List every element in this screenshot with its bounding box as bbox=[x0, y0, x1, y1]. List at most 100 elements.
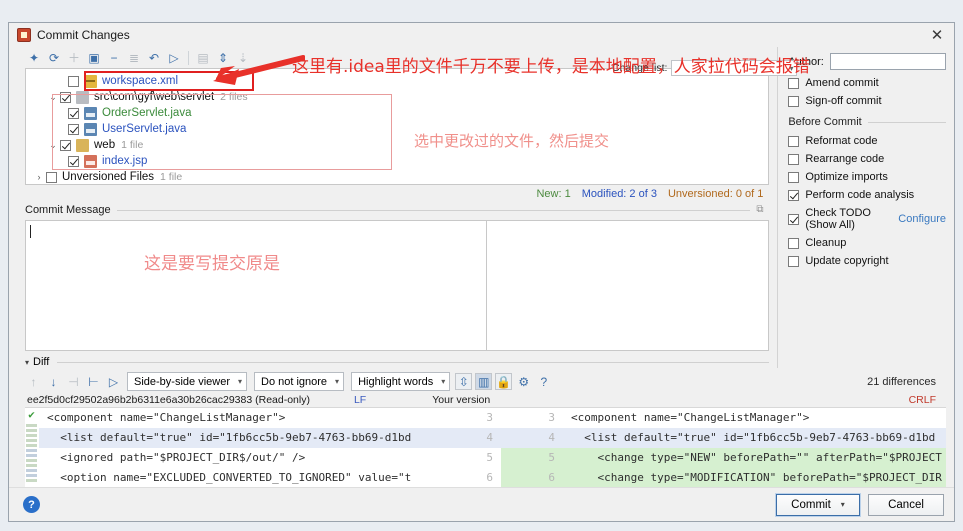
option-label: Reformat code bbox=[805, 135, 878, 147]
author-input[interactable] bbox=[829, 53, 946, 70]
option-label: Cleanup bbox=[805, 237, 847, 249]
tree-item-label: OrderServlet.java bbox=[102, 107, 192, 120]
checkbox-box[interactable] bbox=[788, 135, 800, 147]
tree-checkbox[interactable] bbox=[68, 75, 79, 87]
commit-message-header: Commit Message ⧉ bbox=[25, 204, 769, 217]
checkbox-box[interactable] bbox=[788, 171, 800, 183]
changelist-select[interactable]: ▾ bbox=[671, 60, 798, 76]
tree-row-web[interactable]: ⌄ web 1 file bbox=[26, 137, 768, 153]
diff-viewer[interactable]: ✔ <component name="ChangeListManager"> <… bbox=[25, 407, 946, 487]
option-perform-code-analysis[interactable]: Perform code analysis bbox=[788, 189, 946, 201]
previous-difference-icon[interactable]: ↑ bbox=[25, 373, 42, 390]
checkbox-box[interactable] bbox=[788, 95, 800, 107]
diff-left-pane[interactable]: <component name="ChangeListManager"> <li… bbox=[39, 408, 439, 487]
ignore-mode-value: Do not ignore bbox=[261, 375, 328, 388]
chevron-down-icon: ▾ bbox=[840, 500, 845, 509]
gear-icon[interactable]: ⚙ bbox=[515, 373, 532, 390]
tree-row-userservlet[interactable]: UserServlet.java bbox=[26, 121, 768, 137]
tree-row-index-jsp[interactable]: index.jsp bbox=[26, 153, 768, 169]
apply-change-icon[interactable]: ▷ bbox=[105, 373, 122, 390]
option-reformat-code[interactable]: Reformat code bbox=[788, 135, 946, 147]
help-icon[interactable]: ? bbox=[535, 373, 552, 390]
chevron-down-icon[interactable]: ⌄ bbox=[46, 140, 60, 151]
option-optimize-imports[interactable]: Optimize imports bbox=[788, 171, 946, 183]
checkbox-box[interactable] bbox=[788, 213, 800, 225]
tree-row-orderservlet[interactable]: OrderServlet.java bbox=[26, 105, 768, 121]
configure-link[interactable]: Configure bbox=[898, 213, 946, 225]
magic-wand-icon[interactable]: ✦ bbox=[25, 49, 43, 67]
tree-row-src-servlet[interactable]: ⌄ src\com\gyf\web\servlet 2 files bbox=[26, 89, 768, 105]
line-number: 3 bbox=[486, 411, 493, 424]
copy-icon[interactable]: ⧉ bbox=[756, 204, 769, 217]
diff-right-pane[interactable]: <component name="ChangeListManager"> <li… bbox=[563, 408, 946, 487]
tree-checkbox[interactable] bbox=[68, 107, 79, 119]
ignore-mode-select[interactable]: Do not ignore ▾ bbox=[254, 372, 345, 391]
tree-checkbox[interactable] bbox=[46, 171, 57, 183]
tree-checkbox[interactable] bbox=[68, 123, 79, 135]
preview-icon[interactable]: ▤ bbox=[194, 49, 212, 67]
commit-button[interactable]: Commit ▾ bbox=[775, 492, 861, 517]
revert-icon[interactable]: ↶ bbox=[145, 49, 163, 67]
accept-left-icon[interactable]: ⊣ bbox=[65, 373, 82, 390]
highlight-mode-select[interactable]: Highlight words ▾ bbox=[351, 372, 451, 391]
chevron-down-icon[interactable]: ⌄ bbox=[46, 92, 60, 103]
folder-yellow-icon bbox=[76, 138, 89, 152]
tree-checkbox[interactable] bbox=[60, 139, 71, 151]
accept-right-icon[interactable]: ⊢ bbox=[85, 373, 102, 390]
before-commit-label: Before Commit bbox=[788, 116, 862, 128]
checkbox-box[interactable] bbox=[788, 153, 800, 165]
tree-item-label: workspace.xml bbox=[102, 75, 179, 88]
commit-message-box[interactable]: 这是要写提交原是 bbox=[25, 219, 770, 352]
diff-section-header[interactable]: ▾ Diff bbox=[25, 356, 770, 368]
close-icon[interactable]: ✕ bbox=[926, 25, 948, 45]
chevron-down-icon: ▾ bbox=[441, 377, 446, 386]
author-row: Author: bbox=[788, 53, 946, 70]
changelist-row[interactable]: Change list: ▾ bbox=[612, 60, 798, 76]
signoff-commit-checkbox[interactable]: Sign-off commit bbox=[788, 95, 946, 107]
minus-icon[interactable]: − bbox=[105, 49, 123, 67]
refresh-icon[interactable]: ⟳ bbox=[45, 49, 63, 67]
new-changelist-icon[interactable]: ▣ bbox=[85, 49, 103, 67]
option-check-todo[interactable]: Check TODO (Show All) Configure bbox=[788, 207, 946, 231]
option-rearrange-code[interactable]: Rearrange code bbox=[788, 153, 946, 165]
show-diff-icon[interactable]: ▷ bbox=[165, 49, 183, 67]
option-cleanup[interactable]: Cleanup bbox=[788, 237, 946, 249]
collapse-all-icon[interactable]: ⇣ bbox=[234, 49, 252, 67]
checkbox-box[interactable] bbox=[788, 189, 800, 201]
chevron-right-icon[interactable]: › bbox=[32, 172, 46, 182]
line-number: 3 bbox=[548, 411, 555, 424]
plus-icon[interactable]: ＋ bbox=[65, 49, 83, 67]
dialog-title: Commit Changes bbox=[37, 28, 130, 42]
lock-icon[interactable]: 🔒 bbox=[495, 373, 513, 390]
toggle-panes-icon[interactable]: ▥ bbox=[475, 373, 493, 390]
accept-all-icon[interactable]: ✔ bbox=[26, 409, 37, 421]
tree-row-unversioned-files[interactable]: › Unversioned Files 1 file bbox=[26, 169, 768, 184]
screen-root: Commit Changes ✕ ✦ ⟳ ＋ ▣ − ≣ ↶ ▷ ▤ ⇕ ⇣ w… bbox=[0, 0, 963, 531]
header-rule bbox=[116, 209, 751, 211]
help-icon[interactable]: ? bbox=[23, 496, 40, 513]
viewer-mode-select[interactable]: Side-by-side viewer ▾ bbox=[127, 372, 247, 391]
signoff-commit-label: Sign-off commit bbox=[805, 95, 882, 107]
checkbox-box[interactable] bbox=[788, 255, 800, 267]
option-update-copyright[interactable]: Update copyright bbox=[788, 255, 946, 267]
folder-icon bbox=[76, 90, 89, 104]
diff-left-gutter-marks: ✔ bbox=[25, 408, 39, 487]
checkbox-box[interactable] bbox=[788, 237, 800, 249]
chevron-down-icon: ▾ bbox=[237, 377, 242, 386]
java-file-icon bbox=[84, 106, 97, 120]
option-label: Check TODO (Show All) bbox=[805, 207, 871, 231]
cancel-button[interactable]: Cancel bbox=[868, 493, 944, 516]
tree-checkbox[interactable] bbox=[60, 91, 71, 103]
collapse-unchanged-icon[interactable]: ⇳ bbox=[455, 373, 473, 390]
diff-left-line: <ignored path="$PROJECT_DIR$/out/" /> bbox=[47, 451, 306, 464]
expand-all-icon[interactable]: ⇕ bbox=[214, 49, 232, 67]
group-by-icon[interactable]: ≣ bbox=[125, 49, 143, 67]
amend-commit-checkbox[interactable]: Amend commit bbox=[788, 77, 946, 89]
highlight-mode-value: Highlight words bbox=[358, 375, 434, 388]
next-difference-icon[interactable]: ↓ bbox=[45, 373, 62, 390]
chevron-down-icon[interactable]: ▾ bbox=[25, 358, 29, 367]
commit-message-input[interactable]: 这是要写提交原是 bbox=[26, 221, 486, 350]
changed-files-tree[interactable]: workspace.xml ⌄ src\com\gyf\web\servlet … bbox=[25, 68, 770, 185]
checkbox-box[interactable] bbox=[788, 77, 800, 89]
tree-checkbox[interactable] bbox=[68, 155, 79, 167]
